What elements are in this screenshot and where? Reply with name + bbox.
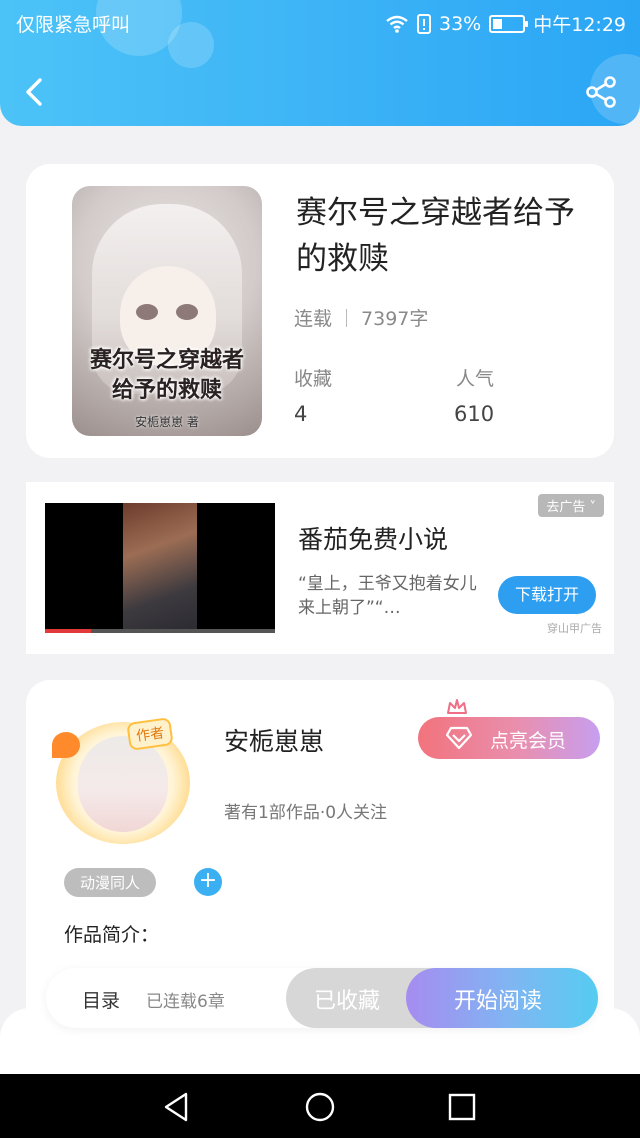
remove-ad-button[interactable]: 去广告 ˅ [538, 494, 604, 517]
vip-button-label: 点亮会员 [490, 730, 567, 752]
cover-title-line: 赛尔号之穿越者 [89, 348, 244, 373]
ad-description: “皇上，王爷又抱着女儿来上朝了”“… [298, 574, 477, 618]
toc-button[interactable]: 目录 [82, 986, 120, 1013]
action-bar: 目录 已连载6章 已收藏 开始阅读 [46, 968, 598, 1028]
battery-percent: 33% [439, 12, 482, 35]
collected-label: 已收藏 [314, 989, 381, 1014]
vip-activate-button[interactable]: 点亮会员 [418, 717, 600, 759]
cover-art-eye [136, 304, 158, 320]
ad-video[interactable] [45, 503, 275, 633]
cover-title-line: 给予的救赎 [111, 378, 222, 403]
book-info-card: 赛尔号之穿越者 给予的救赎 安栀崽崽 著 赛尔号之穿越者给予的救赎 连载 739… [26, 164, 614, 458]
ad-video-progress [45, 629, 91, 633]
popularity-value: 610 [454, 402, 495, 426]
cover-title: 赛尔号之穿越者 给予的救赎 [72, 346, 262, 406]
chapter-count: 已连载6章 [146, 992, 225, 1012]
nav-recents-icon[interactable] [445, 1090, 479, 1124]
popularity-label: 人气 [456, 368, 495, 390]
sim-alert-icon [417, 13, 431, 34]
add-tag-button[interactable]: + [194, 868, 222, 896]
start-reading-label: 开始阅读 [454, 989, 543, 1014]
author-name[interactable]: 安栀崽崽 [224, 722, 324, 758]
avatar-leaf-decor [52, 732, 80, 758]
ad-download-button[interactable]: 下载打开 [498, 576, 596, 614]
status-icons: 33% 中午12:29 [385, 10, 626, 37]
wifi-icon [386, 15, 408, 33]
author-avatar[interactable]: 作者 [52, 717, 190, 844]
diamond-icon [446, 726, 472, 750]
ad-banner[interactable]: 去广告 ˅ 番茄免费小说 “皇上，王爷又抱着女儿来上朝了”“… 下载打开 穿山甲… [26, 482, 614, 654]
intro-label: 作品简介： [64, 924, 160, 946]
cover-author: 安栀崽崽 著 [135, 415, 199, 429]
status-bar: 仅限紧急呼叫 33% 中午12:29 [0, 0, 640, 44]
ad-source: 穿山甲广告 [547, 622, 602, 635]
book-meta: 连载 7397字 [294, 304, 428, 331]
start-reading-button[interactable]: 开始阅读 [406, 968, 598, 1028]
cover-art-eye [176, 304, 198, 320]
system-nav-bar [0, 1074, 640, 1138]
back-arrow-icon[interactable] [20, 74, 50, 110]
serial-status: 连载 [294, 308, 333, 330]
ad-title: 番茄免费小说 [298, 525, 449, 554]
favorites-label: 收藏 [294, 368, 333, 390]
carrier-text: 仅限紧急呼叫 [16, 14, 131, 36]
word-count: 7397字 [361, 308, 429, 330]
ad-video-frame [123, 503, 197, 633]
share-icon[interactable] [584, 74, 618, 110]
nav-home-icon[interactable] [303, 1090, 337, 1124]
genre-tag[interactable]: 动漫同人 [64, 868, 157, 897]
book-cover[interactable]: 赛尔号之穿越者 给予的救赎 安栀崽崽 著 [72, 186, 262, 436]
crown-icon [447, 699, 467, 714]
clock: 中午12:29 [533, 14, 626, 36]
header: 仅限紧急呼叫 33% 中午12:29 [0, 0, 640, 126]
battery-fill [493, 18, 503, 29]
battery-icon [489, 14, 529, 33]
book-title: 赛尔号之穿越者给予的救赎 [296, 195, 575, 277]
author-stats: 著有1部作品·0人关注 [224, 803, 388, 823]
avatar-portrait [78, 736, 168, 832]
nav-back-icon[interactable] [160, 1090, 194, 1124]
meta-divider [346, 308, 348, 327]
author-badge: 作者 [126, 717, 174, 751]
favorites-value: 4 [294, 402, 308, 426]
